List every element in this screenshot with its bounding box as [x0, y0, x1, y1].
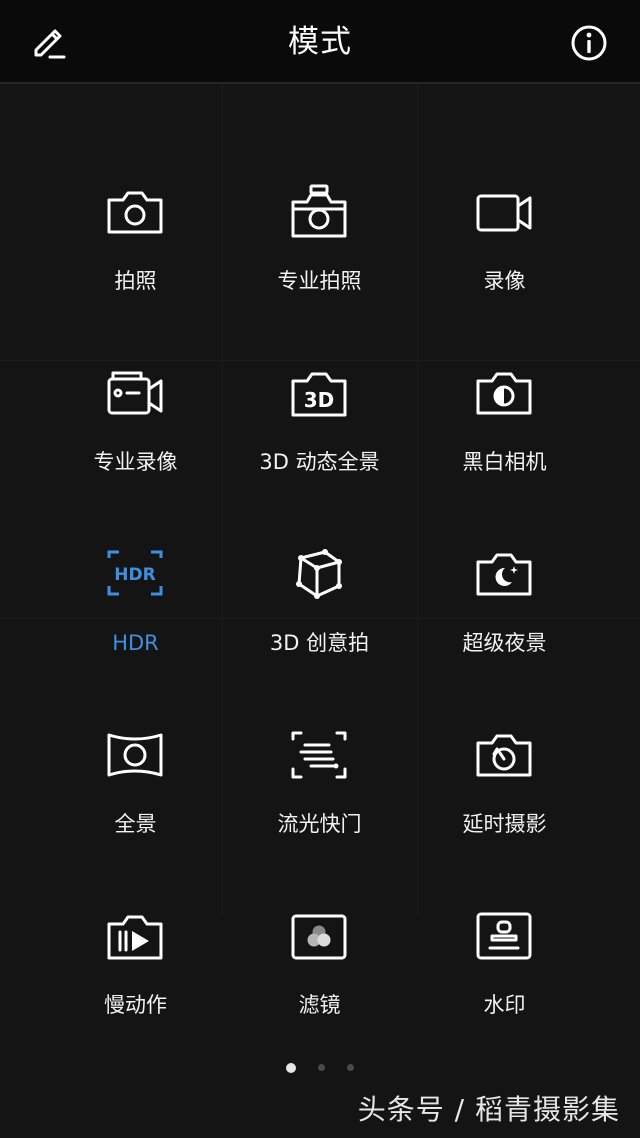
- top-bar: 模式: [0, 0, 640, 84]
- timelapse-icon: [476, 734, 532, 777]
- light-painting-icon: [291, 731, 347, 779]
- mode-item[interactable]: 超级夜景: [398, 544, 611, 725]
- mode-label: 专业拍照: [277, 269, 362, 293]
- mode-label: 黑白相机: [462, 450, 547, 474]
- icon-text: 3D: [304, 388, 335, 412]
- mode-item[interactable]: 录像: [398, 182, 611, 363]
- mode-label: HDR: [112, 631, 159, 655]
- mode-label: 全景: [114, 812, 157, 836]
- mode-label: 流光快门: [277, 812, 362, 836]
- slow-motion-icon: [107, 915, 163, 960]
- mode-label: 慢动作: [104, 993, 167, 1017]
- mode-item[interactable]: 专业录像: [29, 363, 242, 544]
- night-mode-icon: [476, 553, 532, 596]
- panorama-icon: [107, 733, 163, 777]
- 3d-cube-icon: [296, 549, 342, 599]
- mode-item[interactable]: 专业拍照: [213, 182, 426, 363]
- mode-label: 专业录像: [93, 450, 178, 474]
- mode-item[interactable]: HDR HDR: [29, 544, 242, 725]
- monochrome-camera-icon: [476, 372, 532, 415]
- info-button[interactable]: [567, 21, 611, 65]
- mode-label: 录像: [483, 269, 526, 293]
- mode-label: 3D 创意拍: [269, 631, 370, 655]
- 3d-panorama-icon: 3D: [291, 372, 347, 417]
- filter-icon: [291, 914, 347, 960]
- mode-label: 延时摄影: [462, 812, 547, 836]
- video-camera-icon: [476, 194, 532, 232]
- pro-video-icon: [107, 371, 163, 415]
- mode-label: 超级夜景: [462, 631, 547, 655]
- watermark-stamp-icon: [476, 912, 532, 960]
- mode-item[interactable]: 黑白相机: [398, 363, 611, 544]
- mode-label: 滤镜: [298, 993, 341, 1017]
- page-dot[interactable]: [286, 1062, 296, 1073]
- mode-item[interactable]: 全景: [29, 725, 242, 906]
- hdr-icon: HDR: [107, 550, 163, 596]
- watermark-text: 头条号 / 稻青摄影集: [357, 1093, 620, 1126]
- pro-camera-icon: [291, 184, 347, 238]
- page-dot[interactable]: [318, 1064, 325, 1071]
- mode-item[interactable]: 延时摄影: [398, 725, 611, 906]
- mode-item[interactable]: 3D 创意拍: [213, 544, 426, 725]
- page-indicator: [0, 1057, 640, 1073]
- mode-item[interactable]: 3D 3D 动态全景: [213, 363, 426, 544]
- mode-label: 拍照: [114, 269, 157, 293]
- mode-item[interactable]: 流光快门: [213, 725, 426, 906]
- page-title: 模式: [288, 24, 352, 60]
- icon-text: HDR: [114, 565, 155, 585]
- info-icon: [571, 25, 607, 61]
- camera-icon: [107, 191, 163, 234]
- mode-item[interactable]: 拍照: [29, 182, 242, 363]
- mode-label: 水印: [483, 993, 526, 1017]
- mode-label: 3D 动态全景: [259, 450, 380, 474]
- page-dot[interactable]: [347, 1064, 354, 1071]
